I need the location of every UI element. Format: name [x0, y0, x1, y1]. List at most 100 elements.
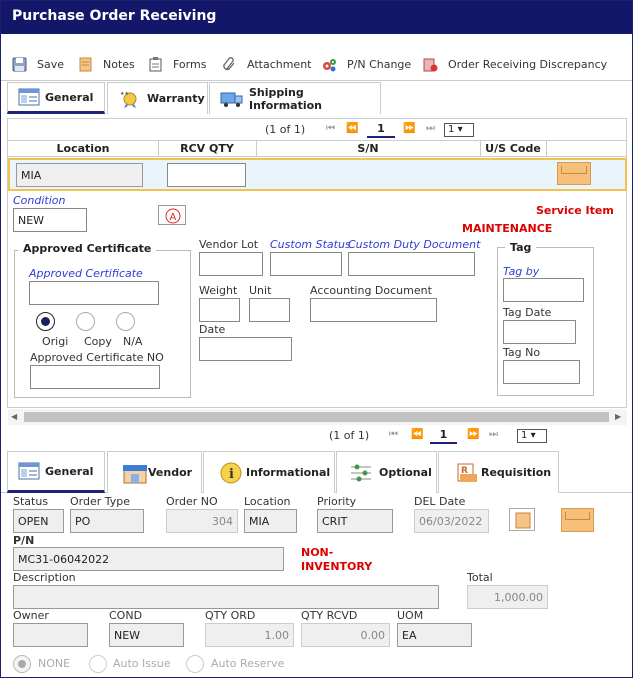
order-receiving-discrepancy-button[interactable]: Order Receiving Discrepancy	[423, 55, 607, 73]
po-receiving-window: Purchase Order Receiving Save Notes Form…	[0, 0, 633, 678]
last-page-icon[interactable]: ⏭	[489, 429, 498, 440]
owner-field[interactable]	[13, 623, 88, 647]
unit-input[interactable]	[249, 298, 290, 322]
tab-order-general-label: General	[45, 464, 94, 478]
radio-auto-issue-label: Auto Issue	[113, 657, 171, 670]
radio-copy[interactable]	[76, 312, 95, 331]
cond-field[interactable]	[109, 623, 184, 647]
col-rcv-qty[interactable]: RCV QTY	[158, 142, 256, 155]
approved-certificate-no-label: Approved Certificate NO	[30, 351, 164, 364]
radio-original[interactable]	[36, 312, 55, 331]
qty-rcvd-field	[301, 623, 390, 647]
tab-general[interactable]: General	[7, 82, 105, 114]
tab-warranty[interactable]: ★★ Warranty	[107, 82, 208, 114]
pn-change-button[interactable]: P/N Change	[322, 55, 411, 73]
tab-requisition[interactable]: R Requisition	[438, 451, 559, 493]
order-no-label: Order NO	[166, 495, 218, 508]
prev-page-icon[interactable]: ⏪	[346, 123, 358, 134]
last-page-icon[interactable]: ⏭	[426, 123, 435, 134]
order-type-label: Order Type	[70, 495, 131, 508]
forms-button[interactable]: Forms	[148, 55, 206, 73]
paperclip-icon	[222, 56, 237, 72]
envelope-icon[interactable]	[557, 162, 591, 185]
radio-none[interactable]	[13, 655, 31, 673]
approved-certificate-input[interactable]	[29, 281, 159, 305]
col-us-code[interactable]: U/S Code	[480, 142, 546, 155]
tag-title: Tag	[505, 239, 537, 256]
general-form-icon	[18, 462, 40, 480]
pn-field[interactable]	[13, 547, 284, 571]
del-date-label: DEL Date	[414, 495, 466, 508]
envelope-icon[interactable]	[561, 508, 594, 532]
tab-order-general[interactable]: General	[7, 451, 105, 493]
attachment-button[interactable]: Attachment	[222, 55, 312, 73]
page-select-value: 1	[521, 430, 528, 441]
clipboard-icon	[148, 56, 163, 72]
tag-no-input[interactable]	[503, 360, 580, 384]
row-rcv-qty-input[interactable]	[167, 163, 246, 187]
radio-auto-issue[interactable]	[89, 655, 107, 673]
radio-na[interactable]	[116, 312, 135, 331]
custom-status-link[interactable]: Custom Status	[270, 238, 351, 251]
tab-shipping-information[interactable]: Shipping Information	[209, 82, 381, 114]
weight-label: Weight	[199, 284, 238, 297]
status-label: Status	[13, 495, 49, 508]
custom-duty-document-input[interactable]	[348, 252, 475, 276]
order-notes-button[interactable]	[509, 508, 535, 531]
scroll-left-icon[interactable]: ◀	[11, 412, 17, 421]
priority-field[interactable]	[317, 509, 393, 533]
save-button[interactable]: Save	[12, 55, 64, 73]
cert-a-button[interactable]: A	[158, 205, 186, 225]
next-page-icon[interactable]: ⏩	[403, 123, 415, 134]
vendor-lot-input[interactable]	[199, 252, 263, 276]
non-inventory-label: NON- INVENTORY	[301, 546, 373, 573]
total-field	[467, 585, 548, 609]
tab-informational[interactable]: i Informational	[203, 451, 335, 493]
first-page-icon[interactable]: ⏮	[326, 123, 335, 134]
scrollbar-thumb[interactable]	[24, 412, 609, 422]
status-field[interactable]	[13, 509, 64, 533]
tag-date-input[interactable]	[503, 320, 576, 344]
approved-certificate-no-input[interactable]	[30, 365, 160, 389]
current-page[interactable]: 1	[430, 428, 457, 444]
row-location-field[interactable]	[16, 163, 143, 187]
tab-requisition-label: Requisition	[481, 466, 552, 479]
accounting-document-input[interactable]	[310, 298, 437, 322]
page-select[interactable]: 1 ▾	[444, 123, 474, 137]
order-type-field[interactable]	[70, 509, 144, 533]
custom-duty-document-link[interactable]: Custom Duty Document	[348, 238, 480, 251]
tag-by-input[interactable]	[503, 278, 584, 302]
date-input[interactable]	[199, 337, 292, 361]
col-location[interactable]: Location	[8, 142, 158, 155]
tab-optional[interactable]: Optional	[336, 451, 437, 493]
approved-certificate-link[interactable]: Approved Certificate	[29, 267, 143, 280]
del-date-field	[414, 509, 489, 533]
custom-status-input[interactable]	[270, 252, 342, 276]
tab-vendor-label: Vendor	[148, 466, 193, 479]
scroll-right-icon[interactable]: ▶	[615, 412, 621, 421]
location-field[interactable]	[244, 509, 297, 533]
pn-label: P/N	[13, 534, 35, 547]
first-page-icon[interactable]: ⏮	[389, 429, 398, 440]
qty-ord-label: QTY ORD	[205, 609, 256, 622]
condition-field[interactable]	[13, 208, 87, 232]
weight-input[interactable]	[199, 298, 240, 322]
notes-button[interactable]: Notes	[78, 55, 135, 73]
prev-page-icon[interactable]: ⏪	[411, 429, 423, 440]
radio-auto-reserve[interactable]	[186, 655, 204, 673]
col-sn[interactable]: S/N	[256, 142, 480, 155]
date-label: Date	[199, 323, 226, 336]
page-select[interactable]: 1 ▾	[517, 429, 547, 443]
horizontal-scrollbar[interactable]: ◀ ▶	[8, 409, 627, 425]
next-page-icon[interactable]: ⏩	[467, 429, 479, 440]
location-label: Location	[244, 495, 291, 508]
tab-vendor[interactable]: Vendor	[107, 451, 202, 493]
description-field[interactable]	[13, 585, 439, 609]
current-page[interactable]: 1	[367, 122, 395, 138]
tag-by-link[interactable]: Tag by	[503, 265, 539, 278]
tag-no-label: Tag No	[503, 346, 541, 359]
maintenance-label: MAINTENANCE	[462, 222, 553, 235]
radio-selected-dot	[18, 660, 26, 668]
condition-link[interactable]: Condition	[13, 194, 66, 207]
uom-field[interactable]	[397, 623, 472, 647]
